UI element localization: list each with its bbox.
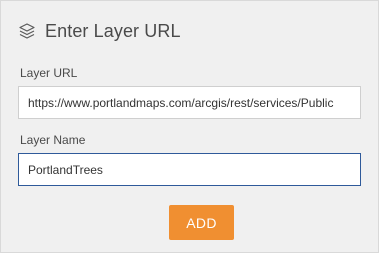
- add-button[interactable]: ADD: [169, 205, 234, 240]
- layers-icon: [18, 22, 36, 40]
- panel-title: Enter Layer URL: [45, 20, 181, 41]
- layer-url-label: Layer URL: [20, 66, 78, 80]
- layer-name-label: Layer Name: [20, 133, 86, 147]
- layer-url-input[interactable]: [18, 86, 361, 119]
- add-layer-panel: Enter Layer URL Layer URL Layer Name ADD: [0, 0, 379, 253]
- panel-header: Enter Layer URL: [18, 20, 181, 42]
- layer-name-input[interactable]: [18, 153, 361, 186]
